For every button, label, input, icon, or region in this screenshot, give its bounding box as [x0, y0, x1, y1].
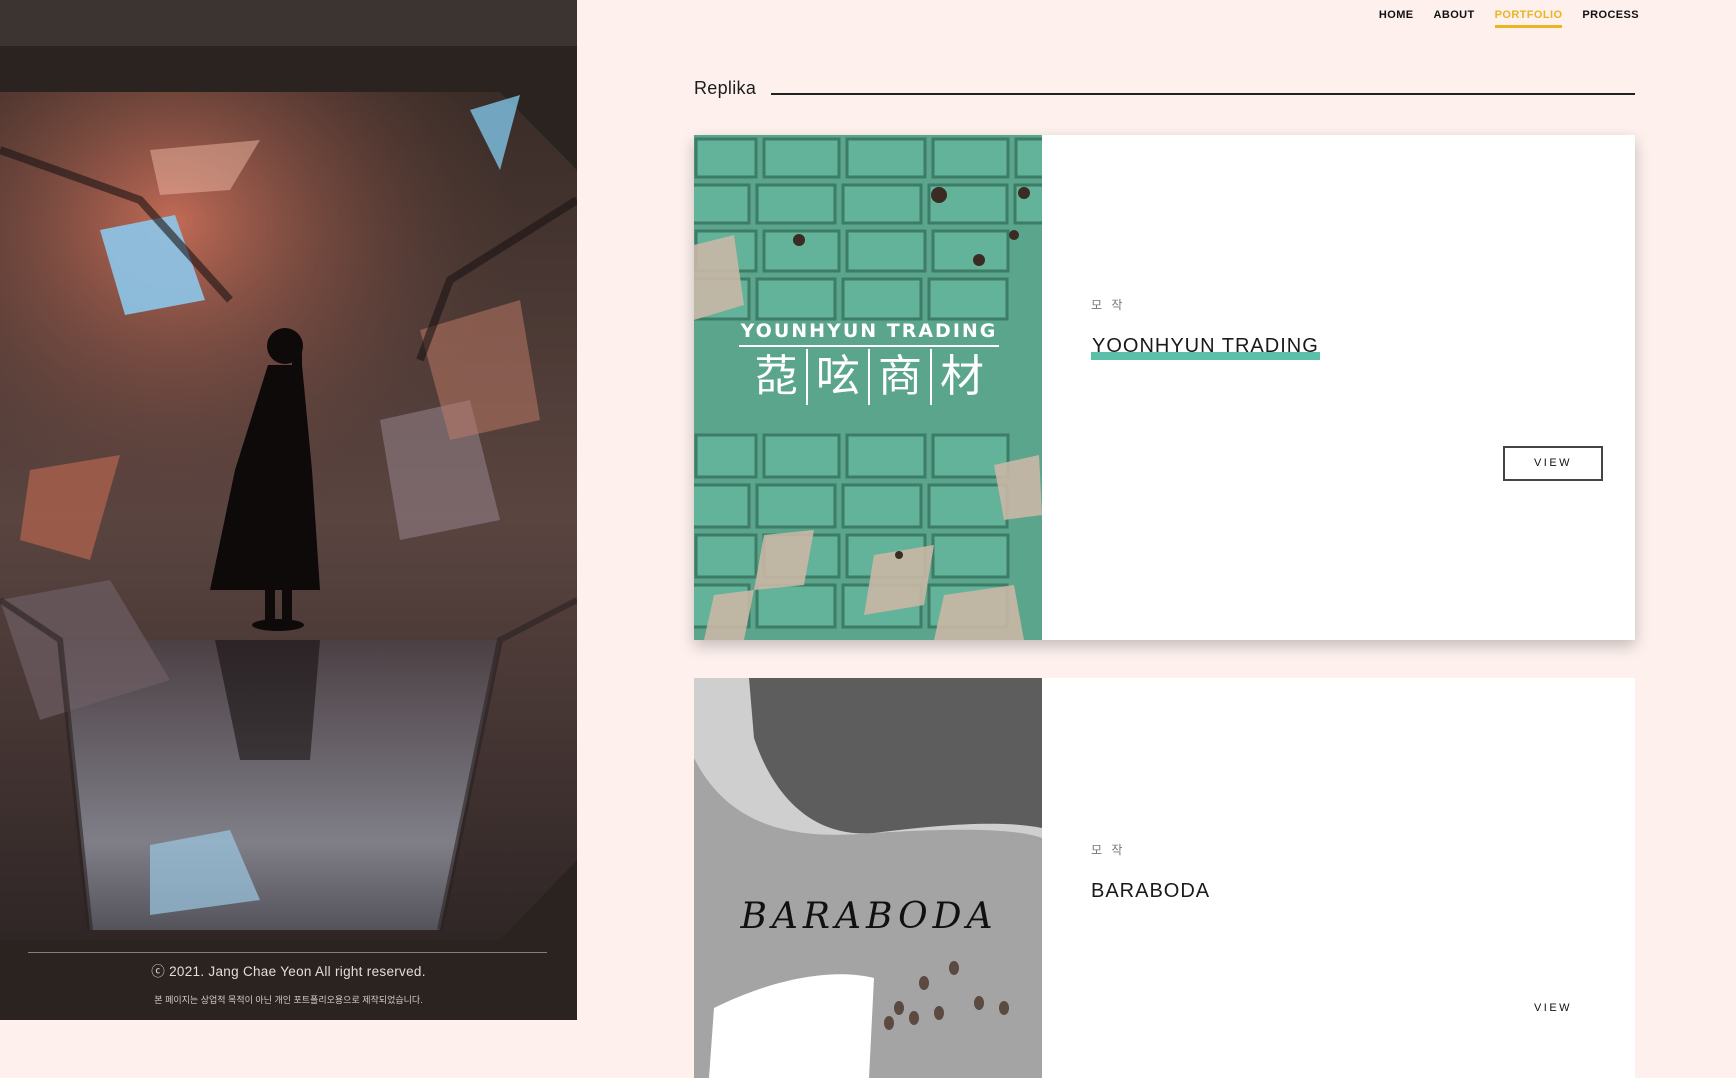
baraboda-image [694, 678, 1042, 1078]
hero-photo [0, 0, 577, 1020]
thumb-brand-en: YOUNHYUN TRADING [739, 320, 999, 347]
thumb-cjk-char: 商 [870, 349, 932, 405]
card-thumbnail[interactable]: BARABODA [694, 678, 1042, 1078]
main-nav: HOME ABOUT PORTFOLIO PROCESS [1359, 9, 1639, 28]
footer-divider [28, 952, 547, 953]
portfolio-card: YOUNHYUN TRADING 莻 呟 商 材 모 작 YOONHYUN TR… [694, 135, 1635, 640]
section-title: Replika [694, 78, 757, 98]
view-button[interactable]: VIEW [1503, 446, 1603, 481]
thumb-brand: BARABODA [740, 896, 998, 937]
thumb-cjk-char: 材 [940, 351, 984, 402]
thumb-cjk-char: 呟 [808, 349, 870, 405]
card-thumbnail[interactable]: YOUNHYUN TRADING 莻 呟 商 材 [694, 135, 1042, 640]
hero-photo-panel: ⓒ 2021. Jang Chae Yeon All right reserve… [0, 0, 577, 1020]
nav-portfolio[interactable]: PORTFOLIO [1494, 9, 1563, 28]
card-title[interactable]: YOONHYUN TRADING [1091, 335, 1320, 360]
view-button[interactable]: VIEW [1503, 996, 1603, 1020]
thumb-cjk-char: 莻 [746, 349, 808, 405]
nav-process[interactable]: PROCESS [1582, 9, 1639, 28]
footer-copyright: ⓒ 2021. Jang Chae Yeon All right reserve… [151, 964, 426, 979]
nav-home[interactable]: HOME [1379, 9, 1414, 28]
card-category: 모 작 [1091, 843, 1126, 857]
card-title[interactable]: BARABODA [1091, 880, 1210, 903]
portfolio-card: BARABODA 모 작 BARABODA VIEW [694, 678, 1635, 1078]
footer-note: 본 페이지는 상업적 목적이 아닌 개인 포트폴리오용으로 제작되었습니다. [154, 995, 423, 1005]
card-category: 모 작 [1091, 298, 1126, 312]
thumb-brand-cjk: 莻 呟 商 材 [739, 349, 999, 405]
section-divider [771, 93, 1635, 95]
nav-about[interactable]: ABOUT [1434, 9, 1475, 28]
